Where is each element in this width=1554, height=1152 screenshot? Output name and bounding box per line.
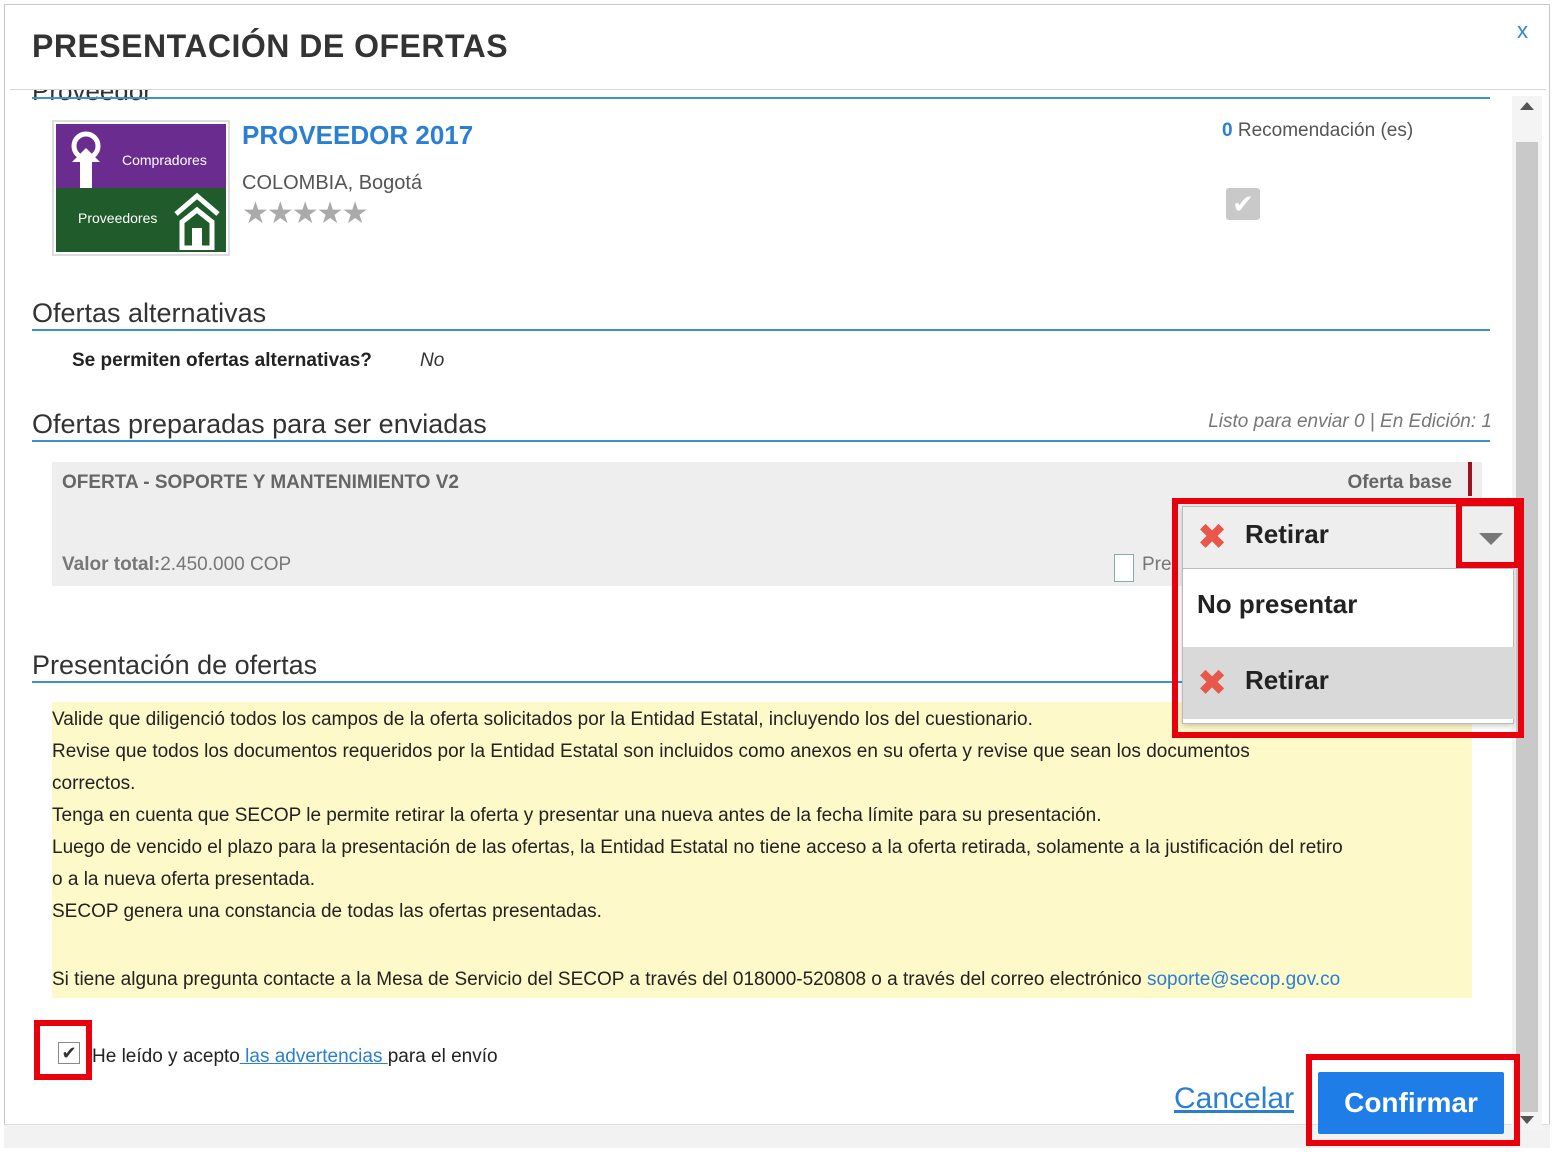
section-title-presentation: Presentación de ofertas bbox=[32, 650, 318, 680]
dialog-header: PRESENTACIÓN DE OFERTAS x bbox=[10, 6, 1546, 90]
logo-text-suppliers: Proveedores bbox=[78, 210, 158, 226]
warnings-link[interactable]: las advertencias bbox=[240, 1046, 388, 1067]
supplier-location: COLOMBIA, Bogotá bbox=[242, 172, 423, 194]
close-icon[interactable]: x bbox=[1517, 18, 1528, 44]
notice-line: Revise que todos los documentos requerid… bbox=[52, 741, 1250, 762]
offer-total-value: Valor total:2.450.000 COP bbox=[62, 554, 291, 576]
section-rule bbox=[32, 97, 1490, 99]
alternatives-question: Se permiten ofertas alternativas? bbox=[72, 350, 372, 371]
highlight-confirm bbox=[1306, 1054, 1520, 1146]
section-title-alternatives: Ofertas alternativas bbox=[32, 298, 267, 328]
scroll-up-icon[interactable] bbox=[1520, 102, 1534, 110]
alternatives-answer: No bbox=[420, 350, 445, 371]
supplier-logo: Compradores Proveedores bbox=[52, 120, 230, 256]
notice-line: Luego de vencido el plazo para la presen… bbox=[52, 837, 1343, 858]
notice-line: o a la nueva oferta presentada. bbox=[52, 869, 316, 890]
buyer-arrow-icon bbox=[71, 131, 101, 188]
recommend-check-icon[interactable]: ✔ bbox=[1226, 188, 1260, 220]
prepared-status: Listo para enviar 0 | En Edición: 1 bbox=[1208, 411, 1492, 432]
presentation-notice: Valide que diligenció todos los campos d… bbox=[52, 702, 1472, 998]
recommendations-label: Recomendación (es) bbox=[1237, 120, 1414, 141]
logo-text-buyers: Compradores bbox=[122, 152, 207, 168]
supplier-house-icon bbox=[174, 192, 220, 250]
accept-text: He leído y acepto las advertencias para … bbox=[92, 1046, 498, 1068]
section-rule bbox=[32, 329, 1490, 331]
logo-buyers-panel: Compradores bbox=[56, 124, 226, 188]
notice-line: correctos. bbox=[52, 773, 136, 794]
supplier-name[interactable]: PROVEEDOR 2017 bbox=[242, 120, 473, 151]
scroll-down-icon[interactable] bbox=[1520, 1116, 1534, 1124]
document-icon[interactable] bbox=[1114, 554, 1134, 582]
recommendations: 0 Recomendación (es) bbox=[1222, 120, 1413, 142]
dialog-title: PRESENTACIÓN DE OFERTAS bbox=[32, 28, 509, 64]
highlight-checkbox bbox=[34, 1020, 92, 1080]
recommendations-count: 0 bbox=[1222, 120, 1233, 141]
notice-contact: Si tiene alguna pregunta contacte a la M… bbox=[52, 964, 1472, 996]
contact-email-link[interactable]: soporte@secop.gov.co bbox=[1147, 969, 1340, 990]
cancel-link[interactable]: Cancelar bbox=[1174, 1082, 1294, 1116]
rating-stars-icon: ★★★★★ bbox=[242, 197, 368, 230]
offer-doc-text[interactable]: Pre bbox=[1142, 554, 1172, 576]
section-rule bbox=[32, 440, 1490, 442]
offer-value-label: Valor total: bbox=[62, 554, 161, 575]
offer-value-amount: 2.450.000 COP bbox=[160, 554, 292, 575]
accept-prefix: He leído y acepto bbox=[92, 1046, 240, 1067]
logo-suppliers-panel: Proveedores bbox=[56, 188, 226, 252]
offer-name: OFERTA - SOPORTE Y MANTENIMIENTO V2 bbox=[62, 472, 459, 493]
offer-type: Oferta base bbox=[1347, 472, 1452, 493]
section-title-prepared: Ofertas preparadas para ser enviadas bbox=[32, 409, 487, 439]
notice-line: Tenga en cuenta que SECOP le permite ret… bbox=[52, 805, 1102, 826]
offer-status-bar bbox=[1468, 462, 1472, 496]
contact-text: Si tiene alguna pregunta contacte a la M… bbox=[52, 969, 1147, 990]
highlight-dropdown-arrow bbox=[1456, 500, 1520, 568]
accept-suffix: para el envío bbox=[387, 1046, 498, 1067]
notice-line: SECOP genera una constancia de todas las… bbox=[52, 901, 602, 922]
